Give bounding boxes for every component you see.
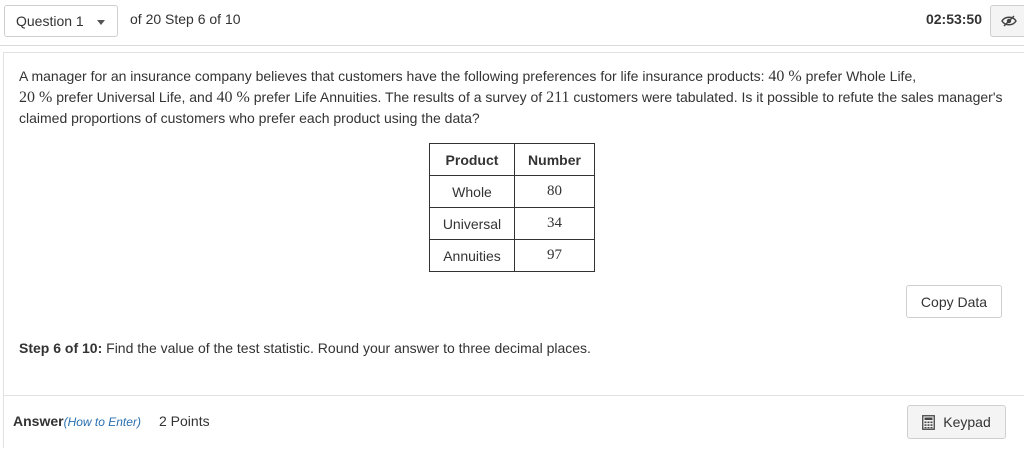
problem-text-4: prefer Life Annuities. The results of a … (249, 89, 547, 105)
timer: 02:53:50 (925, 11, 982, 27)
product-cell: Whole (429, 175, 515, 208)
keypad-button[interactable]: Keypad (907, 405, 1006, 439)
survey-count: 211 (546, 89, 570, 106)
step-label: Step 6 of 10: (19, 340, 103, 356)
number-cell: 97 (514, 239, 595, 272)
problem-text-1: A manager for an insurance company belie… (19, 68, 769, 84)
number-cell: 34 (514, 207, 595, 240)
step-progress: of 20 Step 6 of 10 (130, 11, 241, 27)
answer-bar: Answer(How to Enter) 2 Points Keypad (4, 395, 1024, 449)
points-value: 2 Points (159, 413, 210, 429)
question-select-label: Question 1 (16, 13, 84, 29)
chevron-down-icon (97, 20, 105, 25)
calculator-icon (922, 414, 936, 430)
answer-label-group: Answer(How to Enter) (13, 413, 141, 429)
column-header: Product (429, 143, 515, 176)
hide-timer-button[interactable] (990, 5, 1024, 37)
copy-data-button[interactable]: Copy Data (906, 285, 1002, 318)
question-panel: A manager for an insurance company belie… (3, 52, 1024, 448)
pct-universal: 20 % (19, 89, 53, 106)
column-header: Number (514, 143, 595, 176)
question-select[interactable]: Question 1 (4, 5, 118, 37)
problem-text-2: prefer Whole Life, (801, 68, 917, 84)
step-instruction-text: Find the value of the test statistic. Ro… (102, 340, 591, 356)
eye-slash-icon (1001, 15, 1017, 27)
table-row: Whole 80 (429, 175, 595, 208)
pct-annuities: 40 % (216, 89, 250, 106)
table-row: Universal 34 (429, 207, 595, 240)
how-to-enter-link[interactable]: (How to Enter) (64, 415, 141, 429)
number-cell: 80 (514, 175, 595, 208)
data-table: Product Number Whole 80 Universal 34 Ann… (429, 143, 595, 272)
problem-statement: A manager for an insurance company belie… (19, 66, 1009, 129)
product-cell: Annuities (429, 239, 515, 272)
answer-label: Answer (13, 413, 64, 429)
table-row: Annuities 97 (429, 239, 595, 272)
top-bar: Question 1 of 20 Step 6 of 10 02:53:50 (0, 0, 1024, 46)
product-cell: Universal (429, 207, 515, 240)
step-instruction: Step 6 of 10: Find the value of the test… (19, 340, 591, 356)
table-header-row: Product Number (429, 143, 595, 176)
keypad-label: Keypad (943, 414, 991, 430)
problem-text-3: prefer Universal Life, and (52, 89, 217, 105)
pct-whole: 40 % (768, 68, 802, 85)
